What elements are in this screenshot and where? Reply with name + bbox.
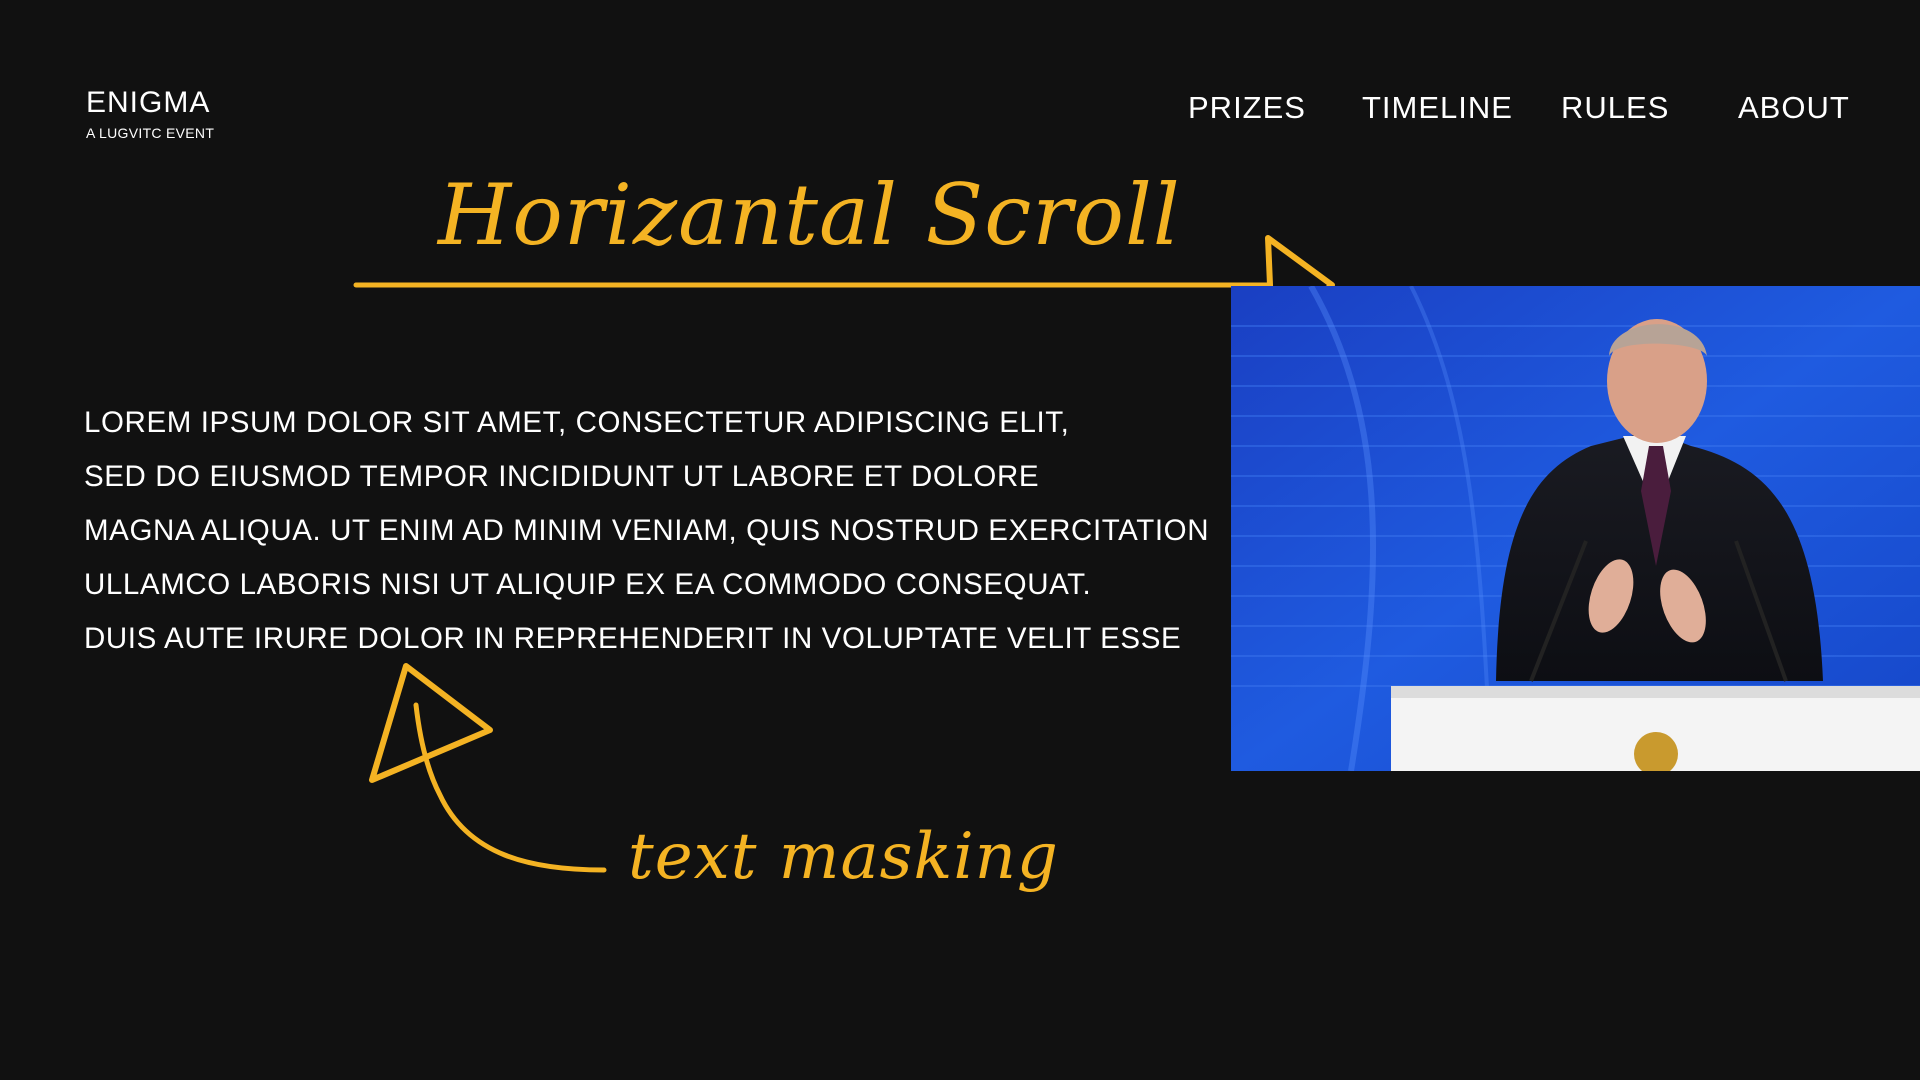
paragraph-line: DUIS AUTE IRURE DOLOR IN REPREHENDERIT I… xyxy=(84,622,1182,655)
nav-link-timeline[interactable]: TIMELINE xyxy=(1362,90,1513,126)
paragraph-line: LOREM IPSUM DOLOR SIT AMET, CONSECTETUR … xyxy=(84,406,1070,439)
text-masking-annotation: text masking xyxy=(628,820,1059,894)
paragraph-line: ULLAMCO LABORIS NISI UT ALIQUIP EX EA CO… xyxy=(84,568,1092,601)
lorem-paragraph: LOREM IPSUM DOLOR SIT AMET, CONSECTETUR … xyxy=(84,396,1244,666)
nav-link-rules[interactable]: RULES xyxy=(1561,90,1669,126)
nav-link-prizes[interactable]: PRIZES xyxy=(1188,90,1306,126)
paragraph-line: SED DO EIUSMOD TEMPOR INCIDIDUNT UT LABO… xyxy=(84,460,1040,493)
paragraph-line: MAGNA ALIQUA. UT ENIM AD MINIM VENIAM, Q… xyxy=(84,514,1210,547)
speaker-photo xyxy=(1231,286,1920,771)
text-masking-arrow-head xyxy=(369,663,493,783)
text-masking-arrow-curve xyxy=(413,702,607,873)
nav-link-about[interactable]: ABOUT xyxy=(1738,90,1850,126)
speaker-photo-illustration xyxy=(1231,286,1920,771)
brand-subtitle: A LUGVITC EVENT xyxy=(86,125,215,141)
main-nav: PRIZES TIMELINE RULES ABOUT xyxy=(0,90,1920,126)
horizontal-scroll-annotation: Horizantal Scroll xyxy=(438,166,1181,264)
